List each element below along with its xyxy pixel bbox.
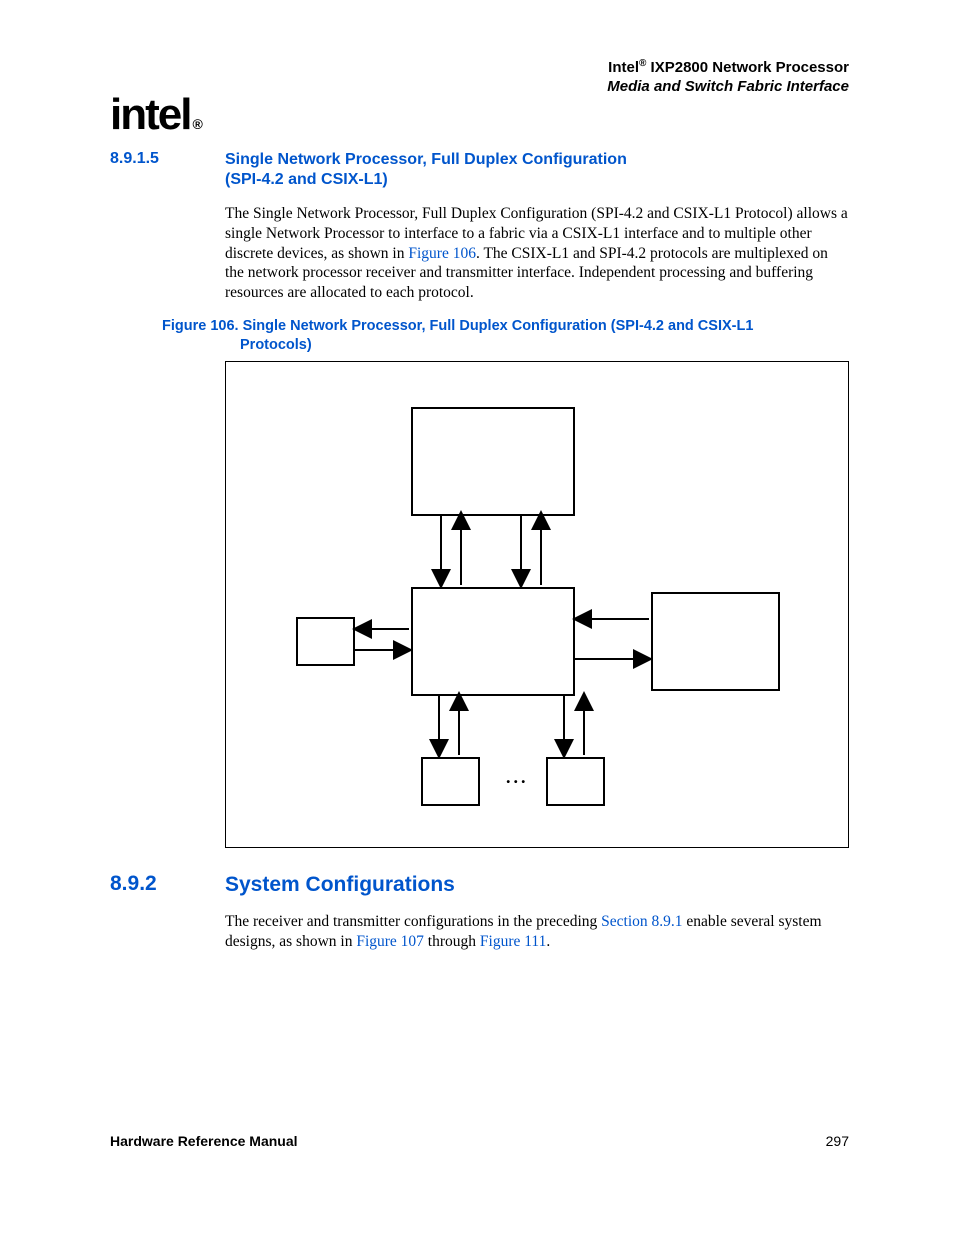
section-heading-8-9-2: 8.9.2 System Configurations <box>110 872 849 898</box>
figure-106-diagram: ... <box>225 361 849 848</box>
xref-figure-107[interactable]: Figure 107 <box>356 933 424 950</box>
section-title: System Configurations <box>225 872 455 898</box>
section-number: 8.9.1.5 <box>110 150 225 168</box>
figure-106-caption: Figure 106. Single Network Processor, Fu… <box>162 317 849 355</box>
xref-figure-106[interactable]: Figure 106 <box>408 245 476 262</box>
paragraph-1: The Single Network Processor, Full Duple… <box>225 204 849 303</box>
page-footer: Hardware Reference Manual 297 <box>110 1133 849 1149</box>
intel-logo: intel® <box>110 90 201 140</box>
section-heading-8-9-1-5: 8.9.1.5 Single Network Processor, Full D… <box>110 150 849 190</box>
header-product: IXP2800 Network Processor <box>646 59 849 76</box>
xref-figure-111[interactable]: Figure 111 <box>480 933 546 950</box>
running-header: Intel® IXP2800 Network Processor Media a… <box>607 58 849 97</box>
page-number: 297 <box>826 1133 849 1149</box>
xref-section-8-9-1[interactable]: Section 8.9.1 <box>601 913 682 930</box>
section-number: 8.9.2 <box>110 872 225 896</box>
paragraph-2: The receiver and transmitter configurati… <box>225 912 849 952</box>
diagram-arrows <box>226 362 848 847</box>
footer-title: Hardware Reference Manual <box>110 1133 298 1149</box>
header-brand: Intel <box>608 59 639 76</box>
section-title: Single Network Processor, Full Duplex Co… <box>225 150 627 190</box>
header-subtitle: Media and Switch Fabric Interface <box>607 78 849 97</box>
